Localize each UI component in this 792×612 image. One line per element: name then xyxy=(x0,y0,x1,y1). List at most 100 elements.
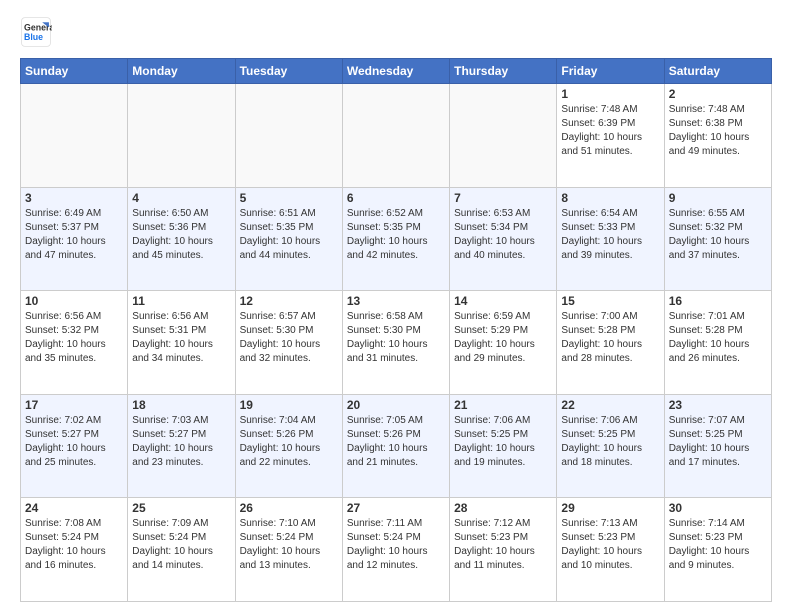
day-number: 25 xyxy=(132,501,230,515)
calendar-header: Sunday Monday Tuesday Wednesday Thursday… xyxy=(21,59,772,84)
calendar-cell: 5 Sunrise: 6:51 AM Sunset: 5:35 PM Daylig… xyxy=(235,187,342,291)
day-info: Sunrise: 7:11 AM Sunset: 5:24 PM Dayligh… xyxy=(347,517,445,573)
day-info: Sunrise: 7:00 AM Sunset: 5:28 PM Dayligh… xyxy=(561,310,659,366)
calendar-cell: 21 Sunrise: 7:06 AM Sunset: 5:25 PM Dayli… xyxy=(450,394,557,498)
day-info: Sunrise: 6:56 AM Sunset: 5:32 PM Dayligh… xyxy=(25,310,123,366)
day-number: 14 xyxy=(454,294,552,308)
day-info: Sunrise: 7:06 AM Sunset: 5:25 PM Dayligh… xyxy=(454,414,552,470)
calendar-cell: 22 Sunrise: 7:06 AM Sunset: 5:25 PM Dayli… xyxy=(557,394,664,498)
day-number: 4 xyxy=(132,191,230,205)
calendar-cell: 12 Sunrise: 6:57 AM Sunset: 5:30 PM Dayli… xyxy=(235,291,342,395)
svg-text:Blue: Blue xyxy=(24,32,43,42)
logo-icon: General Blue xyxy=(20,16,52,48)
weekday-saturday: Saturday xyxy=(664,59,771,84)
calendar-cell: 4 Sunrise: 6:50 AM Sunset: 5:36 PM Daylig… xyxy=(128,187,235,291)
day-info: Sunrise: 6:59 AM Sunset: 5:29 PM Dayligh… xyxy=(454,310,552,366)
calendar-cell: 7Sunrise: 6:53 AM Sunset: 5:34 PM Daylig… xyxy=(450,187,557,291)
calendar-cell: 6 Sunrise: 6:52 AM Sunset: 5:35 PM Daylig… xyxy=(342,187,449,291)
weekday-thursday: Thursday xyxy=(450,59,557,84)
day-info: Sunrise: 6:56 AM Sunset: 5:31 PM Dayligh… xyxy=(132,310,230,366)
day-number: 22 xyxy=(561,398,659,412)
weekday-monday: Monday xyxy=(128,59,235,84)
day-info: Sunrise: 6:58 AM Sunset: 5:30 PM Dayligh… xyxy=(347,310,445,366)
day-number: 6 xyxy=(347,191,445,205)
calendar-cell: 2 Sunrise: 7:48 AM Sunset: 6:38 PM Daylig… xyxy=(664,84,771,188)
day-number: 1 xyxy=(561,87,659,101)
weekday-wednesday: Wednesday xyxy=(342,59,449,84)
calendar-cell: 17Sunrise: 7:02 AM Sunset: 5:27 PM Dayli… xyxy=(21,394,128,498)
calendar: Sunday Monday Tuesday Wednesday Thursday… xyxy=(20,58,772,602)
calendar-cell: 3Sunrise: 6:49 AM Sunset: 5:37 PM Daylig… xyxy=(21,187,128,291)
day-number: 8 xyxy=(561,191,659,205)
calendar-cell: 18 Sunrise: 7:03 AM Sunset: 5:27 PM Dayli… xyxy=(128,394,235,498)
calendar-cell: 19 Sunrise: 7:04 AM Sunset: 5:26 PM Dayli… xyxy=(235,394,342,498)
calendar-cell: 30Sunrise: 7:14 AM Sunset: 5:23 PM Dayli… xyxy=(664,498,771,602)
calendar-cell: 24Sunrise: 7:08 AM Sunset: 5:24 PM Dayli… xyxy=(21,498,128,602)
calendar-cell: 29Sunrise: 7:13 AM Sunset: 5:23 PM Dayli… xyxy=(557,498,664,602)
calendar-cell: 26 Sunrise: 7:10 AM Sunset: 5:24 PM Dayli… xyxy=(235,498,342,602)
calendar-cell xyxy=(450,84,557,188)
day-number: 19 xyxy=(240,398,338,412)
day-number: 26 xyxy=(240,501,338,515)
calendar-cell: 10Sunrise: 6:56 AM Sunset: 5:32 PM Dayli… xyxy=(21,291,128,395)
day-info: Sunrise: 6:54 AM Sunset: 5:33 PM Dayligh… xyxy=(561,207,659,263)
day-info: Sunrise: 6:50 AM Sunset: 5:36 PM Dayligh… xyxy=(132,207,230,263)
day-number: 5 xyxy=(240,191,338,205)
weekday-tuesday: Tuesday xyxy=(235,59,342,84)
day-info: Sunrise: 6:51 AM Sunset: 5:35 PM Dayligh… xyxy=(240,207,338,263)
calendar-cell xyxy=(21,84,128,188)
day-info: Sunrise: 7:05 AM Sunset: 5:26 PM Dayligh… xyxy=(347,414,445,470)
weekday-sunday: Sunday xyxy=(21,59,128,84)
day-number: 16 xyxy=(669,294,767,308)
day-number: 30 xyxy=(669,501,767,515)
day-info: Sunrise: 6:52 AM Sunset: 5:35 PM Dayligh… xyxy=(347,207,445,263)
day-number: 18 xyxy=(132,398,230,412)
calendar-week-0: 1Sunrise: 7:48 AM Sunset: 6:39 PM Daylig… xyxy=(21,84,772,188)
day-info: Sunrise: 7:06 AM Sunset: 5:25 PM Dayligh… xyxy=(561,414,659,470)
calendar-cell: 28 Sunrise: 7:12 AM Sunset: 5:23 PM Dayli… xyxy=(450,498,557,602)
calendar-cell xyxy=(342,84,449,188)
calendar-cell: 20 Sunrise: 7:05 AM Sunset: 5:26 PM Dayli… xyxy=(342,394,449,498)
header: General Blue xyxy=(20,16,772,48)
calendar-week-4: 24Sunrise: 7:08 AM Sunset: 5:24 PM Dayli… xyxy=(21,498,772,602)
logo: General Blue xyxy=(20,16,56,48)
calendar-cell: 25 Sunrise: 7:09 AM Sunset: 5:24 PM Dayli… xyxy=(128,498,235,602)
calendar-cell: 9Sunrise: 6:55 AM Sunset: 5:32 PM Daylig… xyxy=(664,187,771,291)
day-number: 17 xyxy=(25,398,123,412)
day-number: 21 xyxy=(454,398,552,412)
calendar-cell: 27 Sunrise: 7:11 AM Sunset: 5:24 PM Dayli… xyxy=(342,498,449,602)
page: General Blue Sunday Monday Tuesday Wedne… xyxy=(0,0,792,612)
day-info: Sunrise: 7:08 AM Sunset: 5:24 PM Dayligh… xyxy=(25,517,123,573)
day-info: Sunrise: 7:09 AM Sunset: 5:24 PM Dayligh… xyxy=(132,517,230,573)
day-number: 20 xyxy=(347,398,445,412)
day-number: 23 xyxy=(669,398,767,412)
day-info: Sunrise: 7:10 AM Sunset: 5:24 PM Dayligh… xyxy=(240,517,338,573)
day-info: Sunrise: 7:01 AM Sunset: 5:28 PM Dayligh… xyxy=(669,310,767,366)
day-number: 27 xyxy=(347,501,445,515)
calendar-cell xyxy=(235,84,342,188)
day-info: Sunrise: 7:48 AM Sunset: 6:38 PM Dayligh… xyxy=(669,103,767,159)
day-number: 2 xyxy=(669,87,767,101)
calendar-cell: 8 Sunrise: 6:54 AM Sunset: 5:33 PM Daylig… xyxy=(557,187,664,291)
day-info: Sunrise: 6:57 AM Sunset: 5:30 PM Dayligh… xyxy=(240,310,338,366)
day-info: Sunrise: 7:03 AM Sunset: 5:27 PM Dayligh… xyxy=(132,414,230,470)
calendar-cell xyxy=(128,84,235,188)
day-info: Sunrise: 7:13 AM Sunset: 5:23 PM Dayligh… xyxy=(561,517,659,573)
calendar-week-2: 10Sunrise: 6:56 AM Sunset: 5:32 PM Dayli… xyxy=(21,291,772,395)
day-number: 28 xyxy=(454,501,552,515)
calendar-week-3: 17Sunrise: 7:02 AM Sunset: 5:27 PM Dayli… xyxy=(21,394,772,498)
day-info: Sunrise: 7:04 AM Sunset: 5:26 PM Dayligh… xyxy=(240,414,338,470)
weekday-friday: Friday xyxy=(557,59,664,84)
day-number: 7 xyxy=(454,191,552,205)
calendar-cell: 15Sunrise: 7:00 AM Sunset: 5:28 PM Dayli… xyxy=(557,291,664,395)
calendar-cell: 23Sunrise: 7:07 AM Sunset: 5:25 PM Dayli… xyxy=(664,394,771,498)
day-number: 12 xyxy=(240,294,338,308)
calendar-body: 1Sunrise: 7:48 AM Sunset: 6:39 PM Daylig… xyxy=(21,84,772,602)
calendar-cell: 1Sunrise: 7:48 AM Sunset: 6:39 PM Daylig… xyxy=(557,84,664,188)
day-number: 11 xyxy=(132,294,230,308)
day-number: 3 xyxy=(25,191,123,205)
day-number: 9 xyxy=(669,191,767,205)
day-info: Sunrise: 7:12 AM Sunset: 5:23 PM Dayligh… xyxy=(454,517,552,573)
weekday-row: Sunday Monday Tuesday Wednesday Thursday… xyxy=(21,59,772,84)
calendar-cell: 13Sunrise: 6:58 AM Sunset: 5:30 PM Dayli… xyxy=(342,291,449,395)
